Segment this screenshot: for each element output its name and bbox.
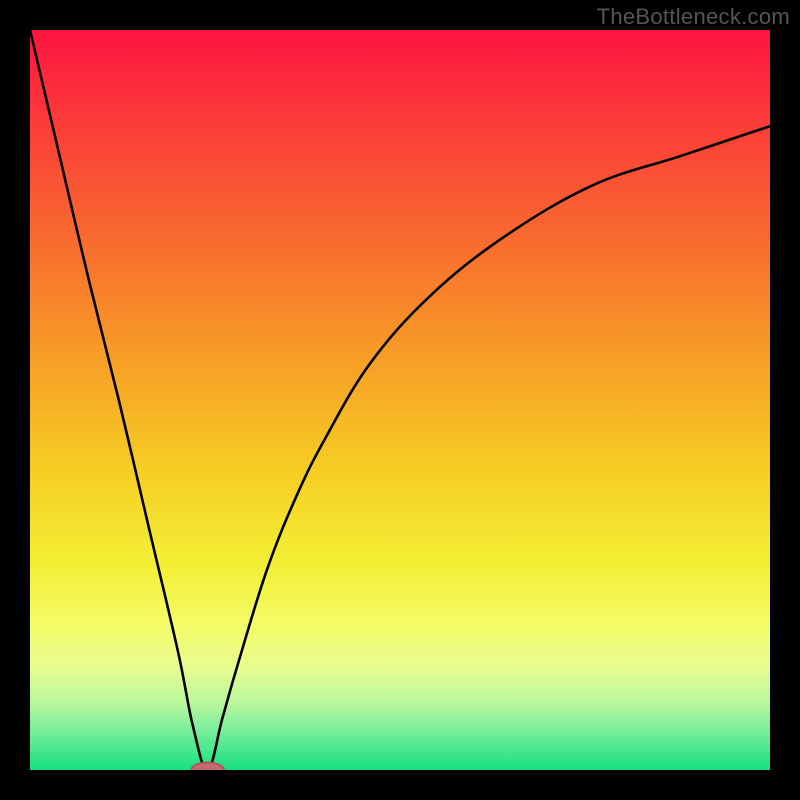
- minimum-marker: [191, 763, 224, 770]
- watermark-text: TheBottleneck.com: [597, 4, 790, 30]
- plot-area: [30, 30, 770, 770]
- chart-frame: TheBottleneck.com: [0, 0, 800, 800]
- chart-svg: [30, 30, 770, 770]
- gradient-background: [30, 30, 770, 770]
